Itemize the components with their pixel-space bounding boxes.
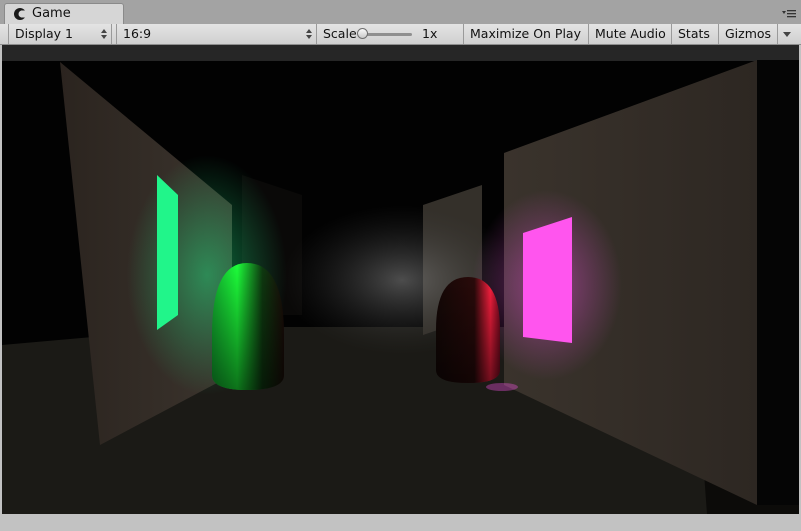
scale-slider-track[interactable] [362,33,412,36]
maximize-on-play-button[interactable]: Maximize On Play [464,24,589,44]
gizmos-dropdown-arrow-icon[interactable] [778,24,796,44]
gizmos-button[interactable]: Gizmos [719,24,778,44]
scale-control: Scale 1x [317,24,464,44]
display-dropdown-label: Display 1 [15,26,74,41]
updown-arrow-icon [306,29,312,39]
scale-value: 1x [422,26,438,41]
display-dropdown[interactable]: Display 1 [8,24,112,44]
scale-slider-thumb[interactable] [357,28,368,39]
aspect-dropdown[interactable]: 16:9 [116,24,317,44]
maximize-on-play-label: Maximize On Play [470,26,581,41]
stats-button[interactable]: Stats [672,24,719,44]
mute-audio-button[interactable]: Mute Audio [589,24,672,44]
mute-audio-label: Mute Audio [595,26,666,41]
game-toolbar: Display 1 16:9 Scale 1x Maximize On Play… [0,24,801,45]
aspect-dropdown-label: 16:9 [123,26,152,41]
tab-label: Game [32,6,71,21]
updown-arrow-icon [101,29,107,39]
scale-label: Scale [323,26,357,41]
stats-label: Stats [678,26,710,41]
game-view[interactable] [2,45,799,514]
tab-strip: Game [0,0,801,24]
bottom-bar [0,514,801,531]
panel-menu-icon[interactable] [782,7,796,19]
tab-game[interactable]: Game [4,3,124,24]
game-controller-icon [14,8,27,20]
gizmos-label: Gizmos [725,26,772,41]
